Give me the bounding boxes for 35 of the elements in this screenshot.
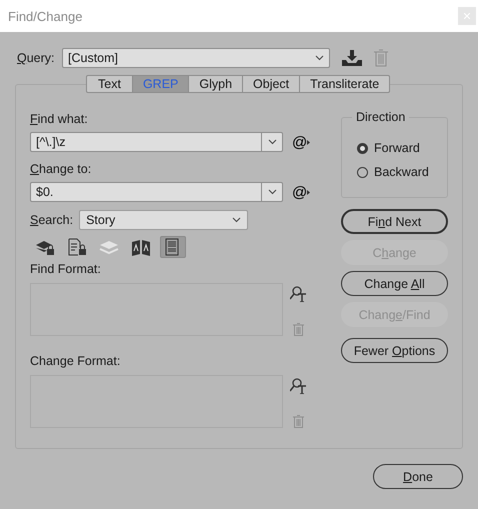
triangle-icon[interactable] bbox=[307, 140, 310, 144]
find-what-field[interactable]: [^\.]\z bbox=[30, 132, 283, 152]
change-to-field[interactable]: $0. bbox=[30, 182, 283, 202]
change-to-label: Change to: bbox=[30, 162, 92, 178]
special-characters-button[interactable]: @ bbox=[292, 184, 310, 200]
query-dropdown[interactable]: [Custom] bbox=[62, 48, 330, 68]
chevron-icon[interactable] bbox=[268, 139, 276, 145]
window-title: Find/Change bbox=[8, 8, 82, 24]
group-title: Direction bbox=[352, 110, 410, 124]
tab[interactable]: Transliterate bbox=[300, 75, 390, 93]
tab[interactable]: Text bbox=[86, 75, 133, 93]
dialog-button[interactable]: Find Next bbox=[341, 209, 448, 234]
radio-button[interactable]: Forward bbox=[357, 136, 420, 160]
radio-circle[interactable] bbox=[357, 142, 368, 154]
special-characters-button[interactable]: @ bbox=[292, 134, 310, 150]
done-button[interactable]: Done bbox=[373, 464, 463, 489]
chevron-icon[interactable] bbox=[268, 189, 276, 195]
radio-circle[interactable] bbox=[357, 166, 368, 178]
find-what-label: Find what: bbox=[30, 112, 89, 128]
search-dropdown[interactable]: Story bbox=[79, 210, 248, 230]
dialog-button[interactable]: Change All bbox=[341, 271, 448, 296]
find-format-label: Find Format: bbox=[30, 262, 102, 278]
format-search-icon[interactable] bbox=[290, 378, 306, 394]
radio-button[interactable]: Backward bbox=[357, 160, 429, 184]
dialog-button[interactable]: Fewer Options bbox=[341, 338, 448, 363]
format-search-icon[interactable] bbox=[290, 286, 306, 302]
change-format-label: Change Format: bbox=[30, 354, 122, 370]
search-label: Search: bbox=[30, 213, 74, 227]
tab[interactable]: Object bbox=[243, 75, 300, 93]
triangle-icon[interactable] bbox=[307, 190, 310, 194]
chevron-icon[interactable] bbox=[314, 55, 324, 61]
save-query-icon[interactable] bbox=[342, 50, 362, 66]
chevron-icon[interactable] bbox=[232, 217, 242, 223]
query-label: Query: bbox=[17, 51, 56, 65]
tab[interactable]: Glyph bbox=[189, 75, 244, 93]
